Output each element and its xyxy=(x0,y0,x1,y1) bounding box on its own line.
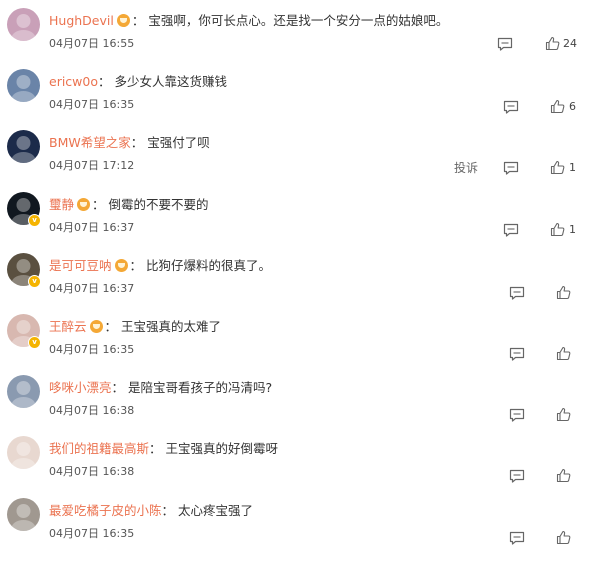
thumbs-up-icon[interactable] xyxy=(550,160,565,175)
comment-text: 宝强啊，你可长点心。还是找一个安分一点的姑娘吧。 xyxy=(148,13,449,28)
comment-line: 我们的祖籍最高斯： 王宝强真的好倒霉呀 xyxy=(49,438,278,457)
reply-icon[interactable] xyxy=(509,469,525,483)
comment-line: 是可可豆呐 ：比狗仔爆料的很真了。 xyxy=(49,255,271,274)
comment-line: 哆咪小漂亮： 是陪宝哥看孩子的冯清吗? xyxy=(49,377,272,396)
comment-line: ericw0o： 多少女人靠这货赚钱 xyxy=(49,71,227,90)
thumbs-up-icon[interactable] xyxy=(556,468,571,483)
verified-badge-icon: v xyxy=(28,275,41,288)
separator: ： xyxy=(98,74,111,89)
thumbs-up-icon[interactable] xyxy=(550,99,565,114)
comment-text: 是陪宝哥看孩子的冯清吗? xyxy=(128,380,273,395)
verified-badge-icon: v xyxy=(28,336,41,349)
separator: ： xyxy=(130,135,144,150)
comment-text: 比狗仔爆料的很真了。 xyxy=(146,258,272,273)
reply-icon[interactable] xyxy=(503,161,519,175)
thumbs-up-icon[interactable] xyxy=(556,407,571,422)
comment-item: v 璽静 ：倒霉的不要不要的 04月07日 16:37 1 xyxy=(0,184,600,245)
thumbs-up-icon[interactable] xyxy=(556,346,571,361)
comment-item: v 王醉云 ：王宝强真的太难了 04月07日 16:35 xyxy=(0,306,600,367)
timestamp: 04月07日 16:55 xyxy=(49,37,135,50)
timestamp: 04月07日 16:35 xyxy=(49,98,135,111)
separator: ： xyxy=(111,380,125,395)
timestamp: 04月07日 17:12 xyxy=(49,159,135,172)
comment-line: HughDevil ：宝强啊，你可长点心。还是找一个安分一点的姑娘吧。 xyxy=(49,10,448,29)
comment-text: 多少女人靠这货赚钱 xyxy=(114,74,228,89)
comment-line: 最爱吃橘子皮的小陈： 太心疼宝强了 xyxy=(49,500,253,519)
comment-item: ericw0o： 多少女人靠这货赚钱 04月07日 16:35 6 xyxy=(0,61,600,122)
reply-icon[interactable] xyxy=(497,37,513,51)
comment-item: HughDevil ：宝强啊，你可长点心。还是找一个安分一点的姑娘吧。 04月07… xyxy=(0,0,600,61)
like-count: 1 xyxy=(569,161,576,174)
username-link[interactable]: 是可可豆呐 xyxy=(49,258,112,273)
separator: ： xyxy=(161,503,175,518)
avatar[interactable] xyxy=(7,436,40,469)
separator: ： xyxy=(149,441,162,456)
like-count: 24 xyxy=(563,37,577,50)
like-count: 6 xyxy=(569,100,576,113)
timestamp: 04月07日 16:35 xyxy=(49,527,135,540)
separator: ： xyxy=(131,13,145,28)
comment-text: 太心疼宝强了 xyxy=(178,503,254,518)
separator: ： xyxy=(104,319,118,334)
username-link[interactable]: 王醉云 xyxy=(49,319,87,334)
comment-line: BMW希望之家： 宝强付了呗 xyxy=(49,132,210,151)
verified-badge-icon: v xyxy=(28,214,41,227)
username-link[interactable]: ericw0o xyxy=(49,74,98,89)
comment-line: 王醉云 ：王宝强真的太难了 xyxy=(49,316,221,335)
report-button[interactable]: 投诉 xyxy=(454,159,478,176)
comment-item: 最爱吃橘子皮的小陈： 太心疼宝强了 04月07日 16:35 xyxy=(0,490,600,551)
reply-icon[interactable] xyxy=(509,347,525,361)
username-link[interactable]: 璽静 xyxy=(49,197,74,212)
username-link[interactable]: 我们的祖籍最高斯 xyxy=(49,441,149,456)
timestamp: 04月07日 16:37 xyxy=(49,282,135,295)
like-count: 1 xyxy=(569,223,576,236)
reply-icon[interactable] xyxy=(509,531,525,545)
level-badge-icon xyxy=(89,320,103,333)
comment-item: BMW希望之家： 宝强付了呗 04月07日 17:12 投诉 1 xyxy=(0,122,600,183)
reply-icon[interactable] xyxy=(509,286,525,300)
avatar[interactable] xyxy=(7,375,40,408)
avatar[interactable] xyxy=(7,69,40,102)
username-link[interactable]: 哆咪小漂亮 xyxy=(49,380,112,395)
timestamp: 04月07日 16:35 xyxy=(49,343,135,356)
comment-text: 宝强付了呗 xyxy=(147,135,210,150)
comment-line: 璽静 ：倒霉的不要不要的 xyxy=(49,194,209,213)
level-badge-icon xyxy=(77,198,91,211)
level-badge-icon xyxy=(114,259,128,272)
thumbs-up-icon[interactable] xyxy=(550,222,565,237)
username-link[interactable]: 最爱吃橘子皮的小陈 xyxy=(49,503,162,518)
avatar[interactable] xyxy=(7,130,40,163)
separator: ： xyxy=(92,197,105,212)
comment-text: 王宝强真的好倒霉呀 xyxy=(165,441,279,456)
username-link[interactable]: BMW希望之家 xyxy=(49,135,131,150)
reply-icon[interactable] xyxy=(509,408,525,422)
comment-item: 我们的祖籍最高斯： 王宝强真的好倒霉呀 04月07日 16:38 xyxy=(0,428,600,489)
username-link[interactable]: HughDevil xyxy=(49,13,114,28)
reply-icon[interactable] xyxy=(503,223,519,237)
timestamp: 04月07日 16:37 xyxy=(49,221,135,234)
thumbs-up-icon[interactable] xyxy=(556,285,571,300)
avatar[interactable] xyxy=(7,498,40,531)
timestamp: 04月07日 16:38 xyxy=(49,465,135,478)
separator: ： xyxy=(129,258,143,273)
level-badge-icon xyxy=(116,14,130,27)
avatar[interactable] xyxy=(7,8,40,41)
thumbs-up-icon[interactable] xyxy=(545,36,560,51)
comment-item: v 是可可豆呐 ：比狗仔爆料的很真了。 04月07日 16:37 xyxy=(0,245,600,306)
timestamp: 04月07日 16:38 xyxy=(49,404,135,417)
comment-text: 倒霉的不要不要的 xyxy=(108,197,209,212)
thumbs-up-icon[interactable] xyxy=(556,530,571,545)
reply-icon[interactable] xyxy=(503,100,519,114)
comment-text: 王宝强真的太难了 xyxy=(121,319,222,334)
comment-item: 哆咪小漂亮： 是陪宝哥看孩子的冯清吗? 04月07日 16:38 xyxy=(0,367,600,428)
